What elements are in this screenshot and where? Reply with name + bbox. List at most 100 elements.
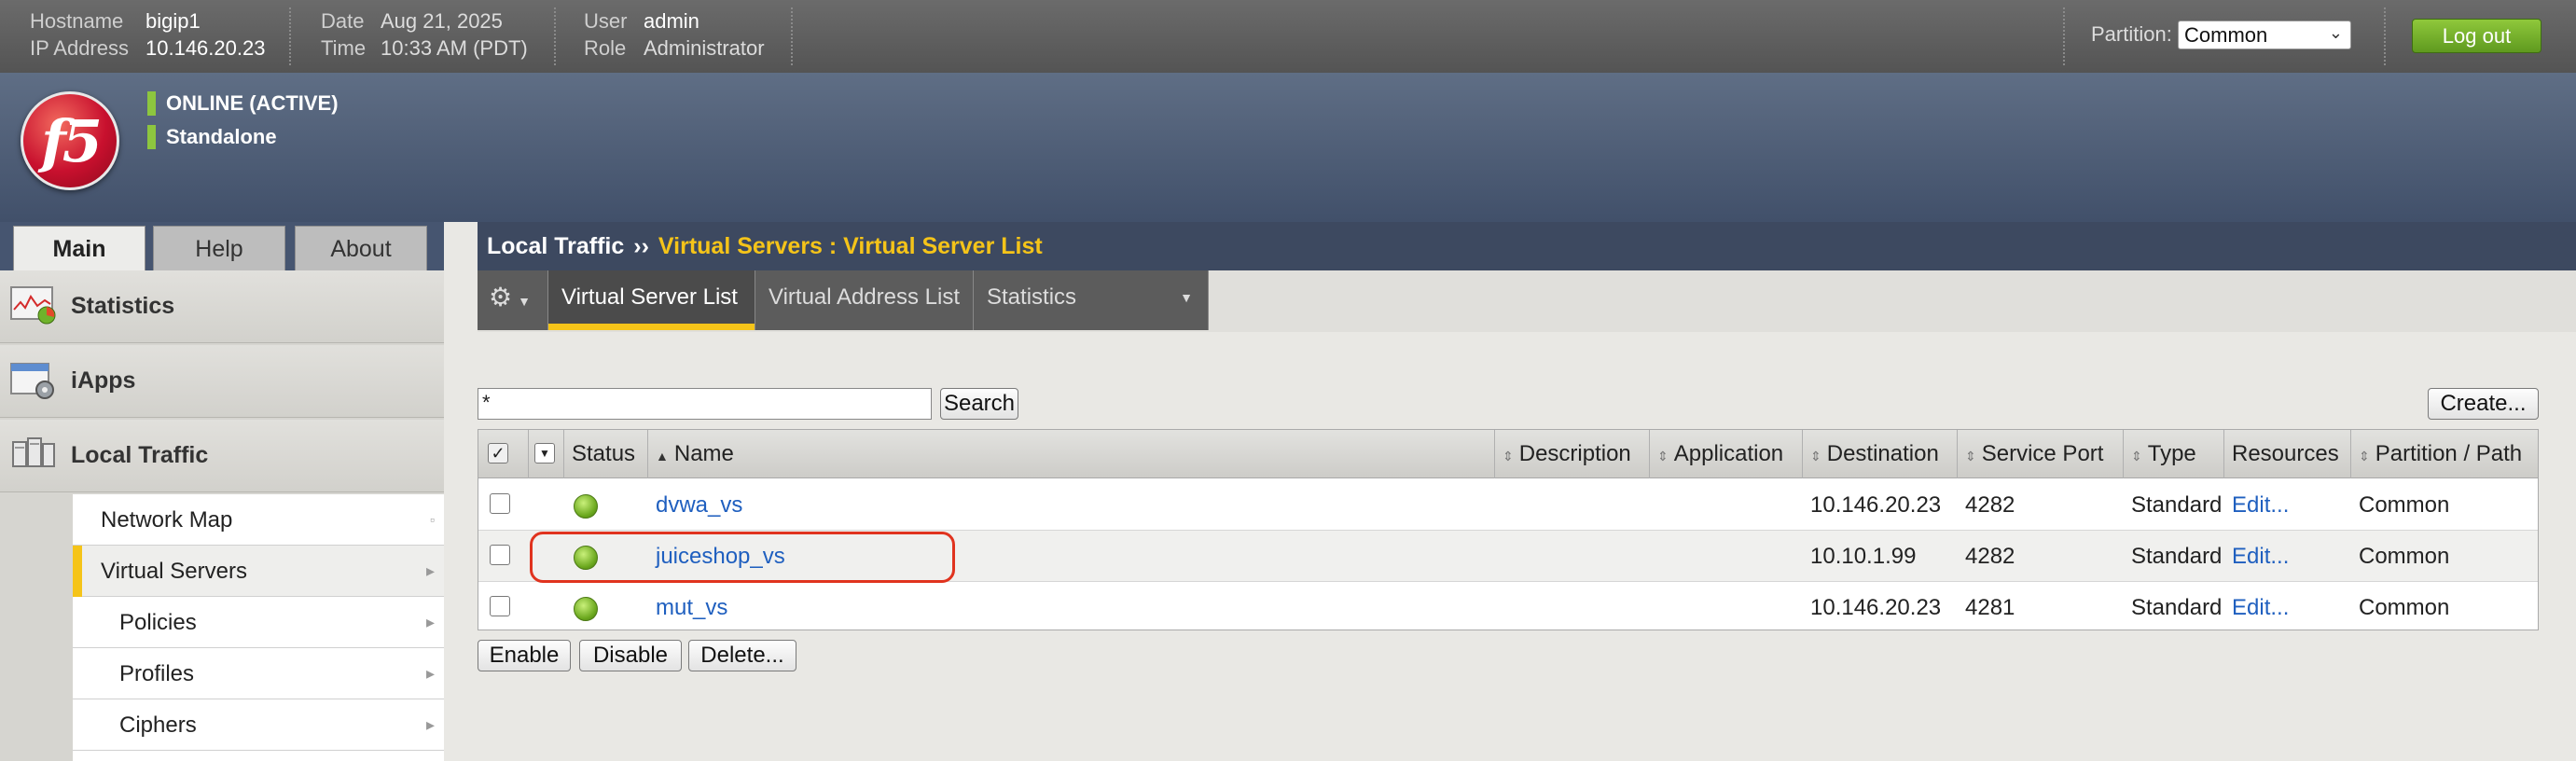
logo-text: f5 — [41, 107, 103, 175]
subtab-bar: ⚙ ▼ Virtual Server List Virtual Address L… — [478, 270, 2576, 332]
datetime-info: Date Aug 21, 2025 Time 10:33 AM (PDT) — [321, 7, 528, 62]
row-checkbox[interactable] — [490, 596, 510, 616]
tab-main[interactable]: Main — [13, 226, 145, 270]
sort-icon: ⇕ — [2131, 449, 2142, 464]
vs-type: Standard — [2131, 544, 2223, 569]
col-type[interactable]: ⇕ Type — [2124, 430, 2224, 478]
col-status[interactable]: Status — [564, 430, 648, 478]
vs-port: 4281 — [1965, 595, 2015, 620]
tab-about[interactable]: About — [295, 226, 427, 270]
sidebar-item-policies[interactable]: Policies ▸ — [73, 597, 444, 648]
chevron-down-icon: ▼ — [1180, 290, 1193, 305]
date-value: Aug 21, 2025 — [381, 9, 503, 33]
sidebar-item-network-map[interactable]: Network Map ▫ — [73, 494, 444, 546]
breadcrumb-section: Local Traffic — [487, 233, 625, 259]
sidebar-item-local-traffic[interactable]: Local Traffic — [0, 420, 444, 492]
col-type-label: Type — [2147, 441, 2196, 466]
breadcrumb-separator: ›› — [633, 233, 649, 259]
col-destination[interactable]: ⇕ Destination — [1803, 430, 1958, 478]
iapps-icon — [10, 363, 54, 399]
col-name[interactable]: ▲ Name — [648, 430, 1495, 478]
ip-label: IP Address — [30, 36, 129, 60]
network-map-label: Network Map — [101, 507, 233, 533]
divider — [2384, 7, 2386, 65]
vs-name-link[interactable]: dvwa_vs — [656, 479, 742, 531]
col-partition-label: Partition / Path — [2375, 441, 2523, 466]
sort-asc-icon: ▲ — [656, 449, 669, 464]
virtual-server-table: ✓ ▼ Status ▲ Name ⇕ Description ⇕ Applicati… — [478, 429, 2539, 630]
vs-name-link[interactable]: mut_vs — [656, 582, 727, 633]
chevron-down-icon: ▼ — [534, 443, 555, 464]
column-options[interactable]: ▼ — [529, 430, 564, 478]
partition-value: Common — [2184, 23, 2268, 47]
vs-destination: 10.146.20.23 — [1810, 492, 1942, 518]
sidebar-item-iapps[interactable]: iApps — [0, 345, 444, 418]
divider — [554, 7, 556, 65]
sidebar-local-traffic-label: Local Traffic — [71, 442, 209, 468]
logout-button[interactable]: Log out — [2412, 19, 2541, 53]
sidebar-item-virtual-servers[interactable]: Virtual Servers ▸ — [73, 546, 444, 597]
sidebar-item-ciphers[interactable]: Ciphers ▸ — [73, 699, 444, 751]
vs-name-link[interactable]: juiceshop_vs — [656, 531, 785, 582]
col-service-port[interactable]: ⇕ Service Port — [1958, 430, 2124, 478]
divider — [2063, 7, 2065, 65]
vs-resources-edit-link[interactable]: Edit... — [2232, 582, 2289, 633]
select-all-checkbox[interactable]: ✓ — [488, 443, 508, 464]
search-button[interactable]: Search — [940, 388, 1018, 420]
sidebar-item-statistics[interactable]: Statistics — [0, 270, 444, 343]
status-indicator — [147, 91, 156, 116]
map-icon: ▫ — [430, 512, 435, 527]
tab-statistics-label: Statistics — [987, 284, 1077, 310]
role-label: Role — [584, 36, 627, 60]
row-checkbox[interactable] — [490, 493, 510, 514]
create-button[interactable]: Create... — [2428, 388, 2539, 420]
sort-icon: ⇕ — [1503, 449, 1514, 464]
virtual-servers-label: Virtual Servers — [101, 559, 247, 584]
delete-button[interactable]: Delete... — [688, 640, 796, 671]
vs-partition: Common — [2359, 544, 2450, 569]
ciphers-label: Ciphers — [119, 713, 197, 738]
col-application[interactable]: ⇕ Application — [1650, 430, 1803, 478]
user-info: User admin Role Administrator — [584, 7, 765, 62]
ip-value: 10.146.20.23 — [145, 36, 266, 60]
row-checkbox[interactable] — [490, 545, 510, 565]
disable-button[interactable]: Disable — [579, 640, 682, 671]
search-input[interactable]: * — [478, 388, 932, 420]
vs-port: 4282 — [1965, 492, 2015, 518]
breadcrumb-current: Virtual Servers : Virtual Server List — [658, 233, 1043, 259]
vs-resources-edit-link[interactable]: Edit... — [2232, 531, 2289, 582]
partition-select[interactable]: Common ⌄ — [2178, 21, 2351, 49]
date-label: Date — [321, 9, 365, 33]
col-description-label: Description — [1518, 441, 1631, 466]
profiles-label: Profiles — [119, 661, 195, 686]
local-traffic-icon — [12, 437, 55, 467]
vs-port: 4282 — [1965, 544, 2015, 569]
tab-virtual-address-list[interactable]: Virtual Address List — [755, 270, 974, 330]
vs-type: Standard — [2131, 595, 2223, 620]
chevron-right-icon: ▸ — [425, 561, 435, 580]
divider — [289, 7, 291, 65]
chevron-right-icon: ▸ — [425, 664, 435, 683]
sidebar-iapps-label: iApps — [71, 367, 136, 394]
gear-menu-button[interactable]: ⚙ ▼ — [478, 270, 548, 330]
chevron-right-icon: ▸ — [425, 613, 435, 631]
table-row: juiceshop_vs 10.10.1.99 4282 Standard Ed… — [478, 531, 2538, 582]
table-header: ✓ ▼ Status ▲ Name ⇕ Description ⇕ Applicati… — [478, 430, 2538, 478]
user-label: User — [584, 9, 628, 33]
vs-destination: 10.10.1.99 — [1810, 544, 1917, 569]
col-partition-path[interactable]: ⇕ Partition / Path — [2351, 430, 2538, 478]
col-description[interactable]: ⇕ Description — [1495, 430, 1650, 478]
tab-help[interactable]: Help — [153, 226, 285, 270]
tab-statistics[interactable]: Statistics ▼ — [974, 270, 1209, 330]
col-service-port-label: Service Port — [1981, 441, 2104, 466]
top-info-bar: Hostname bigip1 IP Address 10.146.20.23 Da… — [0, 0, 2576, 73]
sidebar-item-profiles[interactable]: Profiles ▸ — [73, 648, 444, 699]
col-resources: Resources — [2224, 430, 2351, 478]
vs-resources-edit-link[interactable]: Edit... — [2232, 479, 2289, 531]
chevron-right-icon: ▸ — [425, 715, 435, 734]
user-value: admin — [644, 9, 699, 33]
local-traffic-subnav: Network Map ▫ Virtual Servers ▸ Policies… — [73, 494, 444, 761]
enable-button[interactable]: Enable — [478, 640, 571, 671]
tab-virtual-server-list[interactable]: Virtual Server List — [548, 270, 755, 330]
header-banner: f5 ONLINE (ACTIVE) Standalone — [0, 73, 2576, 222]
